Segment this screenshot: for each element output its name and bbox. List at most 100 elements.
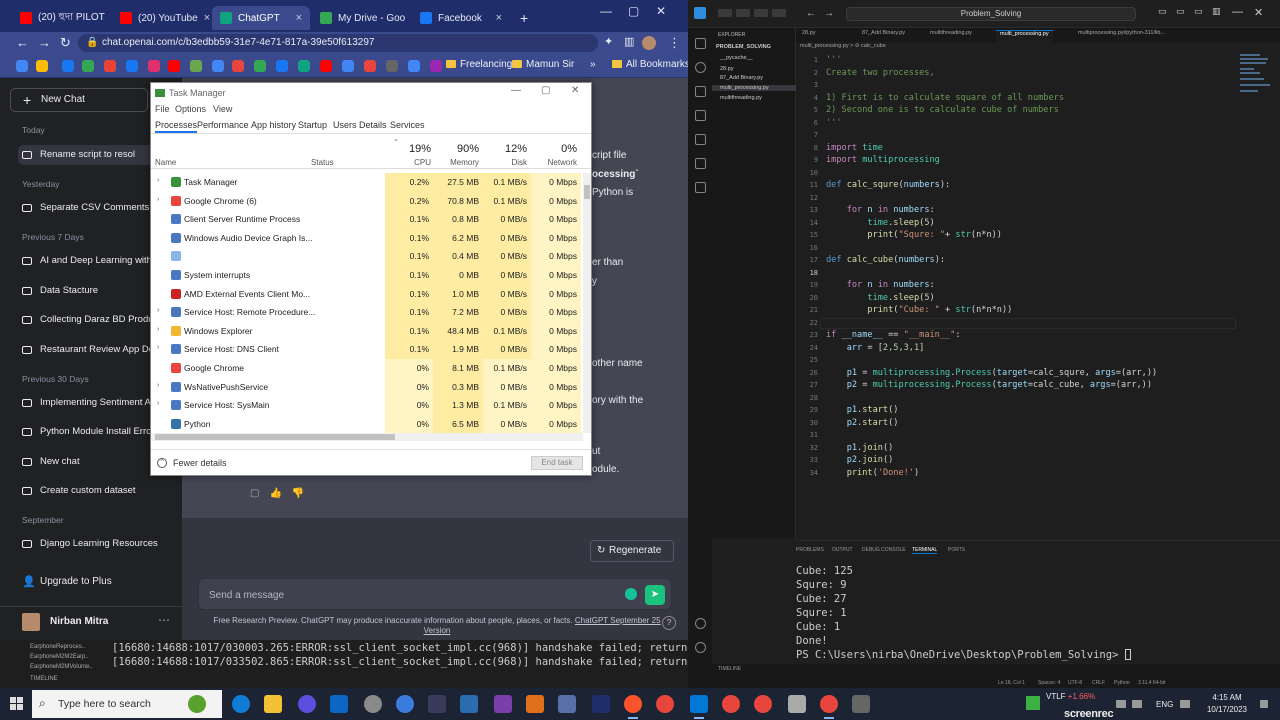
message-box[interactable]: ➤ xyxy=(198,578,672,610)
chevron-up-icon[interactable]: ⌃ xyxy=(157,458,167,468)
fewer-details-button[interactable]: Fewer details xyxy=(173,458,227,468)
brave-icon[interactable] xyxy=(624,695,642,719)
tab-startup[interactable]: Startup xyxy=(298,120,327,130)
menu-item[interactable] xyxy=(736,9,750,17)
address-bar[interactable]: 🔒 chat.openai.com/c/b3edbb59-31e7-4e71-8… xyxy=(78,34,598,52)
language-indicator[interactable]: ENG xyxy=(1156,700,1173,709)
bookmark-icon[interactable] xyxy=(408,60,420,72)
expand-chevron-icon[interactable]: › xyxy=(157,344,159,351)
chrome-icon[interactable] xyxy=(754,695,772,713)
close-icon[interactable]: ✕ xyxy=(571,85,579,96)
menu-item[interactable] xyxy=(754,9,768,17)
app-icon[interactable] xyxy=(788,695,806,713)
table-row[interactable]: Windows Audio Device Graph Is... 0.1% 6.2 … xyxy=(151,228,585,248)
minimize-icon[interactable]: — xyxy=(600,4,612,18)
tab-app-history[interactable]: App history xyxy=(251,120,296,130)
stock-chart-icon[interactable] xyxy=(1026,696,1040,710)
breadcrumb[interactable]: multi_processing.py > ⊘ calc_cube xyxy=(800,43,886,49)
search-highlight-icon[interactable] xyxy=(188,695,206,713)
bookmark-icon[interactable] xyxy=(342,60,354,72)
layout-icon[interactable]: ▥ xyxy=(1212,6,1221,17)
minimize-icon[interactable]: — xyxy=(511,85,521,96)
menu-view[interactable]: View xyxy=(213,104,232,114)
photoshop-icon[interactable] xyxy=(592,695,610,713)
forward-icon[interactable]: → xyxy=(38,35,51,50)
status-item[interactable]: Python xyxy=(1114,680,1130,686)
table-row[interactable]: › WsNativePushService 0% 0.3 MB 0 MB/s 0 Mbps xyxy=(151,377,585,397)
chrome-icon[interactable] xyxy=(722,695,740,713)
file-item[interactable]: 87_Add Binary.py xyxy=(720,75,763,81)
column-status[interactable]: Status xyxy=(311,158,334,167)
tab-my-drive[interactable]: My Drive - Goo× xyxy=(312,6,410,30)
close-icon[interactable]: × xyxy=(290,12,302,24)
expand-chevron-icon[interactable]: › xyxy=(157,400,159,407)
menu-file[interactable]: File xyxy=(155,104,170,114)
file-item[interactable]: __pycache__ xyxy=(720,55,753,61)
table-row[interactable]: › Windows Explorer 0.1% 48.4 MB 0.1 MB/s 0 Mb… xyxy=(151,321,585,341)
editor-tab[interactable]: 87_Add Binary.py xyxy=(862,30,905,36)
chat-item[interactable]: Create custom dataset xyxy=(18,481,178,501)
volume-icon[interactable] xyxy=(1132,700,1142,708)
layout-icon[interactable]: ▭ xyxy=(1158,6,1167,17)
bookmark-folder-freelancing[interactable]: Freelancing xyxy=(446,59,512,70)
bookmark-icon[interactable] xyxy=(254,60,266,72)
app-icon[interactable] xyxy=(526,695,544,713)
bookmark-icon[interactable] xyxy=(16,60,28,72)
clock-time[interactable]: 4:15 AM xyxy=(1204,693,1250,702)
close-window-icon[interactable]: ✕ xyxy=(656,4,666,18)
editor-tab[interactable]: multithreading.py xyxy=(930,30,972,36)
bookmark-icon[interactable] xyxy=(148,60,160,72)
bookmark-icon[interactable] xyxy=(190,60,202,72)
expand-chevron-icon[interactable]: › xyxy=(157,196,159,203)
help-button[interactable]: ? xyxy=(662,616,676,630)
chrome-icon[interactable] xyxy=(820,695,838,719)
expand-chevron-icon[interactable]: › xyxy=(157,382,159,389)
bookmark-icon[interactable] xyxy=(82,60,94,72)
explorer-icon[interactable] xyxy=(695,38,706,49)
forward-icon[interactable]: → xyxy=(824,8,834,19)
sidepanel-icon[interactable]: ▥ xyxy=(624,35,634,48)
bookmark-icon[interactable] xyxy=(212,60,224,72)
status-item[interactable]: UTF-8 xyxy=(1068,680,1082,686)
minimap[interactable] xyxy=(1240,50,1274,100)
notification-icon[interactable] xyxy=(1260,700,1268,708)
tray-icon[interactable] xyxy=(1180,700,1190,708)
tab-pilot[interactable]: (20) হুদা PILOT× xyxy=(12,6,110,30)
send-button[interactable]: ➤ xyxy=(645,585,665,605)
app-icon[interactable] xyxy=(298,695,316,713)
chrome-icon[interactable] xyxy=(656,695,674,713)
bookmark-icon[interactable] xyxy=(386,60,398,72)
menu-icon[interactable]: ⋮ xyxy=(668,35,681,51)
app-icon[interactable] xyxy=(852,695,870,713)
file-item-selected[interactable]: multi_processing.py xyxy=(712,85,796,91)
tab-youtube[interactable]: (20) YouTube × xyxy=(112,6,210,30)
expand-chevron-icon[interactable]: › xyxy=(157,177,159,184)
horizontal-scrollbar[interactable] xyxy=(151,433,583,441)
file-item[interactable]: 28.py xyxy=(720,66,733,72)
table-row[interactable]: Client Server Runtime Process 0.1% 0.8 MB 0… xyxy=(151,210,585,229)
bookmark-icon[interactable] xyxy=(232,60,244,72)
back-icon[interactable]: ← xyxy=(16,35,29,50)
editor-tab[interactable]: 28.py xyxy=(802,30,815,36)
layout-icon[interactable]: ▭ xyxy=(1176,6,1185,17)
tab-details[interactable]: Details xyxy=(359,120,387,130)
run-debug-icon[interactable] xyxy=(695,110,706,121)
bookmark-icon[interactable] xyxy=(62,60,74,72)
scroll-thumb[interactable] xyxy=(584,185,590,199)
extensions-icon[interactable]: ✦ xyxy=(604,35,613,48)
grammarly-icon[interactable] xyxy=(625,588,637,600)
bookmark-icon[interactable] xyxy=(168,60,180,72)
panel-tab-problems[interactable]: PROBLEMS xyxy=(796,547,824,553)
tab-users[interactable]: Users xyxy=(333,120,357,130)
terminal-prompt[interactable]: PS C:\Users\nirba\OneDrive\Desktop\Probl… xyxy=(796,649,1131,661)
app-icon[interactable] xyxy=(330,695,348,713)
regenerate-button[interactable]: ↻ Regenerate xyxy=(590,540,674,562)
table-row[interactable]: › Service Host: SysMain 0% 1.3 MB 0.1 MB/s 0 … xyxy=(151,396,585,415)
vscode-icon[interactable] xyxy=(690,695,708,719)
more-icon[interactable]: ⋯ xyxy=(158,613,170,627)
code-editor[interactable]: 1 2 3 4 5 6 7 8 9 10 11 12 13 14 15 16 1… xyxy=(796,50,1236,540)
panel-tab-debug-console[interactable]: DEBUG CONSOLE xyxy=(862,547,906,553)
close-window-icon[interactable]: ✕ xyxy=(1254,6,1263,19)
app-icon[interactable] xyxy=(494,695,512,713)
tab-processes[interactable]: Processes xyxy=(155,120,198,133)
